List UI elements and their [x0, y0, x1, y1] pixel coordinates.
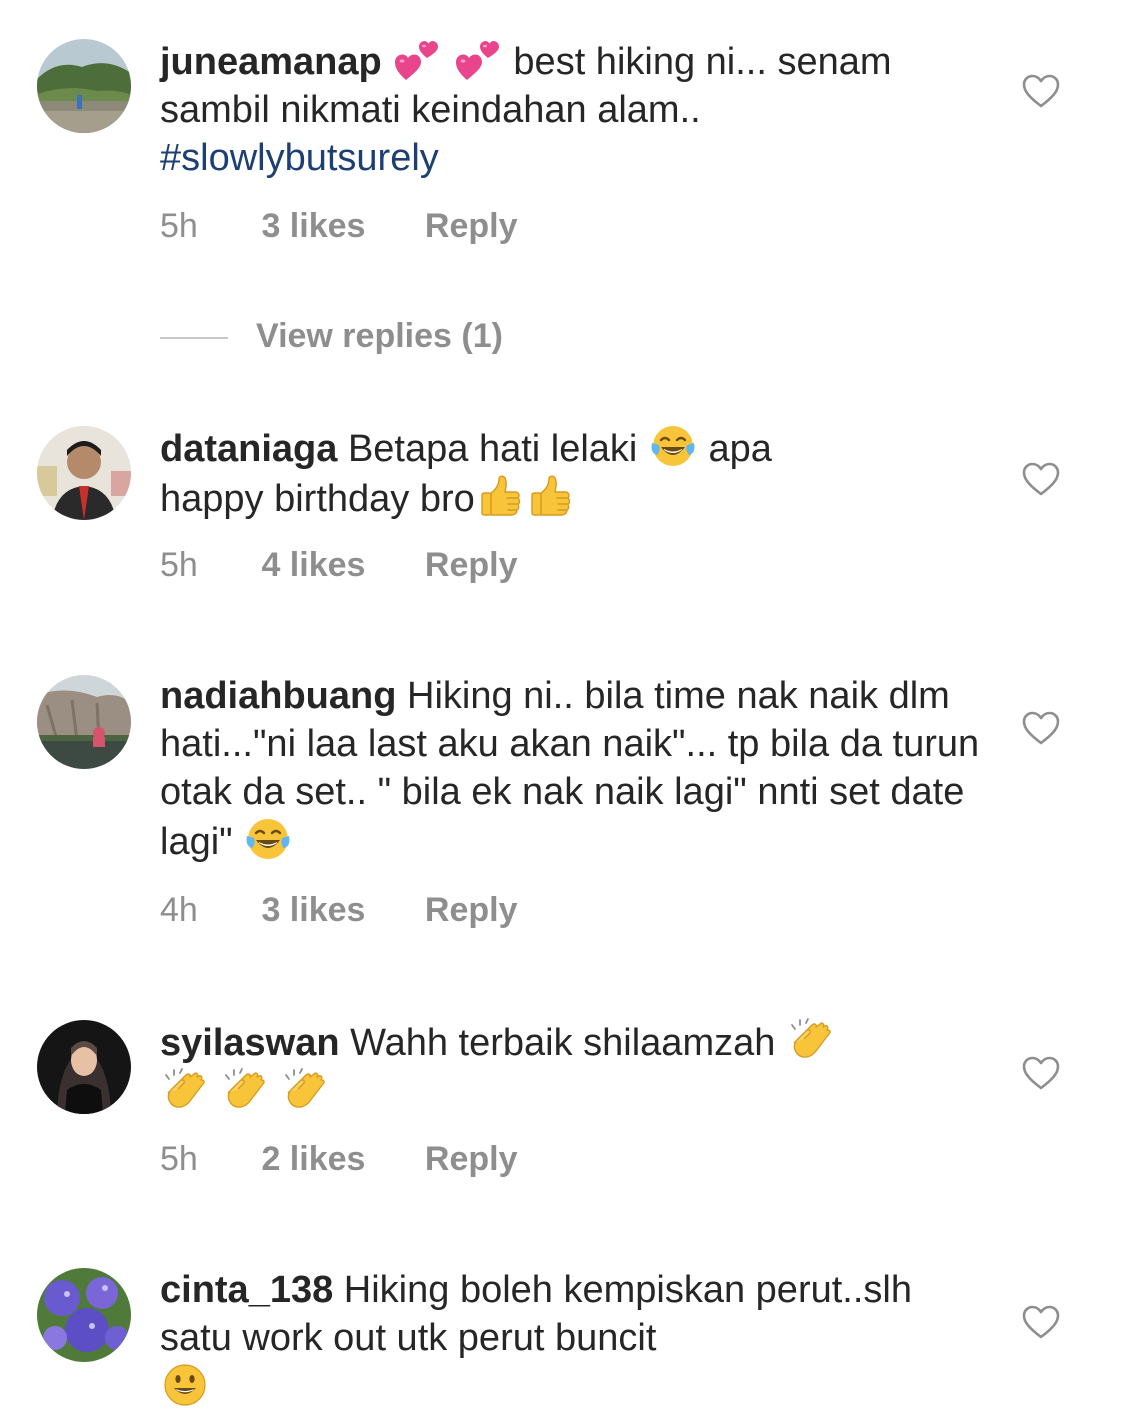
username[interactable]: syilaswan: [160, 1022, 340, 1064]
username[interactable]: cinta_138: [160, 1269, 333, 1311]
likes-count[interactable]: 4 likes: [261, 545, 365, 585]
two-hearts-icon: [455, 36, 501, 82]
timestamp: 4h: [160, 891, 198, 929]
view-replies-button[interactable]: View replies (1): [160, 316, 503, 356]
avatar-photo-mountain: [37, 39, 131, 133]
avatar-photo-cliff: [37, 675, 131, 769]
view-replies-label: View replies (1): [256, 317, 503, 355]
reply-button[interactable]: Reply: [425, 545, 518, 585]
username[interactable]: dataniaga: [160, 428, 337, 470]
comment-text: cinta_138 Hiking boleh kempiskan perut..…: [160, 1266, 980, 1412]
thumbs-up-icon: [477, 473, 523, 519]
comments-page: juneamanap best hiking ni... senam sambi…: [0, 0, 1125, 1428]
thumbs-up-icon: [527, 473, 573, 519]
hashtag-link[interactable]: #slowlybutsurely: [160, 137, 439, 179]
username[interactable]: juneamanap: [160, 41, 382, 83]
avatar-photo-flowers: [37, 1268, 131, 1362]
like-heart-icon[interactable]: [1021, 1303, 1061, 1343]
comment-meta: 5h 3 likes Reply: [160, 206, 517, 246]
avatar[interactable]: [37, 1020, 131, 1114]
clapping-hands-icon: [282, 1067, 328, 1113]
clapping-hands-icon: [162, 1067, 208, 1113]
two-hearts-icon: [394, 36, 440, 82]
avatar[interactable]: [37, 675, 131, 769]
avatar[interactable]: [37, 1268, 131, 1362]
clapping-hands-icon: [788, 1017, 834, 1063]
like-heart-icon[interactable]: [1021, 72, 1061, 112]
clapping-hands-icon: [222, 1067, 268, 1113]
smiling-face-icon: [162, 1362, 208, 1408]
avatar-photo-person: [37, 426, 131, 520]
reply-button[interactable]: Reply: [425, 1139, 518, 1179]
timestamp: 5h: [160, 207, 198, 245]
likes-count[interactable]: 2 likes: [261, 1139, 365, 1179]
comment-body: Betapa hati lelaki: [347, 428, 638, 470]
username[interactable]: nadiahbuang: [160, 675, 396, 717]
comment-body: best hiking ni...: [513, 41, 767, 83]
comment-meta: 5h 2 likes Reply: [160, 1139, 517, 1179]
comment-body: apa: [708, 428, 772, 470]
avatar[interactable]: [37, 426, 131, 520]
reply-button[interactable]: Reply: [425, 890, 518, 930]
tears-of-joy-icon: [650, 423, 696, 469]
likes-count[interactable]: 3 likes: [261, 206, 365, 246]
comment-text: dataniaga Betapa hati lelaki apa happy b…: [160, 423, 980, 523]
comment-meta: 4h 3 likes Reply: [160, 890, 517, 930]
like-heart-icon[interactable]: [1021, 1054, 1061, 1094]
comment-body: Wahh terbaik shilaamzah: [350, 1022, 776, 1064]
comment-text: nadiahbuang Hiking ni.. bila time nak na…: [160, 672, 980, 866]
avatar[interactable]: [37, 39, 131, 133]
comment-body: happy birthday bro: [160, 478, 475, 520]
like-heart-icon[interactable]: [1021, 460, 1061, 500]
comment-text: syilaswan Wahh terbaik shilaamzah: [160, 1017, 980, 1117]
comment-meta: 5h 4 likes Reply: [160, 545, 517, 585]
tears-of-joy-icon: [245, 816, 291, 862]
divider: [160, 337, 228, 340]
timestamp: 5h: [160, 546, 198, 584]
avatar-photo-portrait: [37, 1020, 131, 1114]
timestamp: 5h: [160, 1140, 198, 1178]
like-heart-icon[interactable]: [1021, 709, 1061, 749]
reply-button[interactable]: Reply: [425, 206, 518, 246]
comment-text: juneamanap best hiking ni... senam sambi…: [160, 36, 980, 182]
likes-count[interactable]: 3 likes: [261, 890, 365, 930]
